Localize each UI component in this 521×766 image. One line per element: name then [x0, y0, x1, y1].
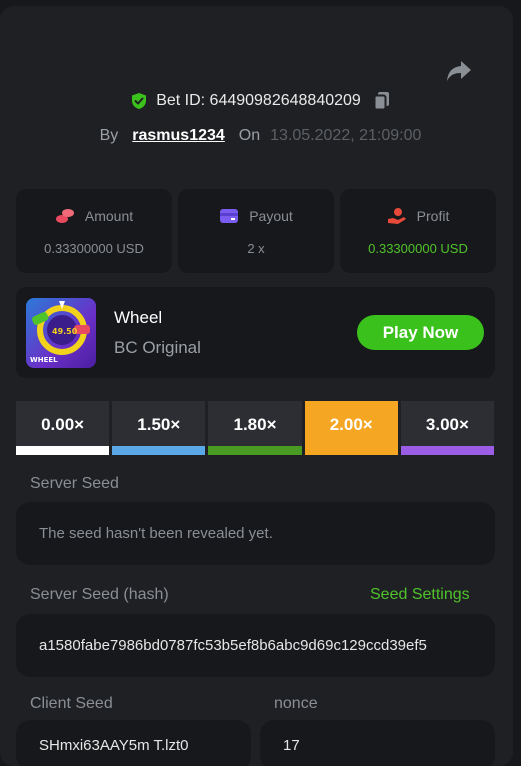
stat-amount-value: 0.33300000 USD	[44, 240, 144, 256]
svg-text:49.50: 49.50	[52, 327, 78, 336]
multiplier-3[interactable]: 2.00×	[304, 401, 398, 455]
multiplier-4[interactable]: 3.00×	[400, 401, 495, 455]
seed-settings-link[interactable]: Seed Settings	[370, 586, 470, 604]
stat-amount-label: Amount	[84, 207, 134, 224]
share-icon[interactable]	[446, 59, 472, 83]
bet-id-row: Bet ID: 64490982648840209	[0, 90, 513, 112]
stat-profit-value: 0.33300000 USD	[368, 240, 468, 256]
multiplier-2[interactable]: 1.80×	[208, 401, 302, 455]
server-seed-hash-label: Server Seed (hash)	[30, 586, 169, 603]
multiplier-color-bar	[112, 446, 206, 455]
game-thumbnail[interactable]: 49.50 WHEEL	[26, 298, 96, 368]
stat-payout-label: Payout	[249, 207, 293, 224]
multiplier-label: 1.50×	[137, 415, 181, 434]
nonce-field[interactable]: 17	[260, 720, 495, 766]
play-now-button[interactable]: Play Now	[357, 315, 484, 350]
multiplier-label: 0.00×	[41, 415, 85, 434]
multiplier-label: 2.00×	[329, 415, 373, 434]
multiplier-label: 3.00×	[425, 415, 469, 434]
bet-date: 13.05.2022, 21:09:00	[270, 127, 422, 144]
stat-amount: Amount 0.33300000 USD	[16, 189, 172, 273]
on-label: On	[238, 127, 261, 144]
multiplier-color-bar	[208, 446, 302, 455]
multiplier-1[interactable]: 1.50×	[112, 401, 206, 455]
by-label: By	[99, 127, 119, 144]
stat-payout-value: 2 x	[247, 240, 265, 256]
bet-meta-row: By rasmus1234 On 13.05.2022, 21:09:00	[0, 125, 513, 147]
multiplier-label: 1.80×	[233, 415, 277, 434]
stat-payout: Payout 2 x	[178, 189, 334, 273]
copy-icon[interactable]	[373, 91, 391, 111]
bet-id-text: Bet ID: 64490982648840209	[156, 92, 361, 109]
client-seed-field[interactable]: SHmxi63AAY5m T.lzt0	[16, 720, 251, 766]
stat-profit: Profit 0.33300000 USD	[340, 189, 496, 273]
game-provider: BC Original	[114, 338, 201, 357]
game-thumbnail-label: WHEEL	[30, 356, 58, 364]
username-link[interactable]: rasmus1234	[132, 127, 225, 145]
client-seed-label: Client Seed	[30, 695, 113, 712]
server-seed-label: Server Seed	[30, 475, 119, 492]
coins-icon	[55, 207, 75, 225]
server-seed-hash-field[interactable]: a1580fabe7986bd0787fc53b5ef8b6abc9d69c12…	[16, 614, 495, 677]
stat-profit-label: Profit	[416, 207, 450, 224]
card-icon	[219, 207, 239, 225]
verified-shield-icon	[130, 92, 148, 110]
server-seed-field: The seed hasn't been revealed yet.	[16, 502, 495, 565]
multiplier-color-bar	[304, 446, 398, 455]
multiplier-color-bar	[16, 446, 110, 455]
hand-coin-icon	[387, 207, 407, 225]
bet-details-panel: Bet ID: 64490982648840209 By rasmus1234 …	[0, 6, 513, 766]
game-card: 49.50 WHEEL Wheel BC Original Play Now	[16, 287, 495, 378]
multiplier-color-bar	[400, 446, 495, 455]
nonce-label: nonce	[274, 695, 318, 712]
game-name: Wheel	[114, 308, 163, 327]
multiplier-tabs: 0.00× 1.50× 1.80× 2.00× 3.00×	[16, 401, 495, 455]
multiplier-0[interactable]: 0.00×	[16, 401, 110, 455]
